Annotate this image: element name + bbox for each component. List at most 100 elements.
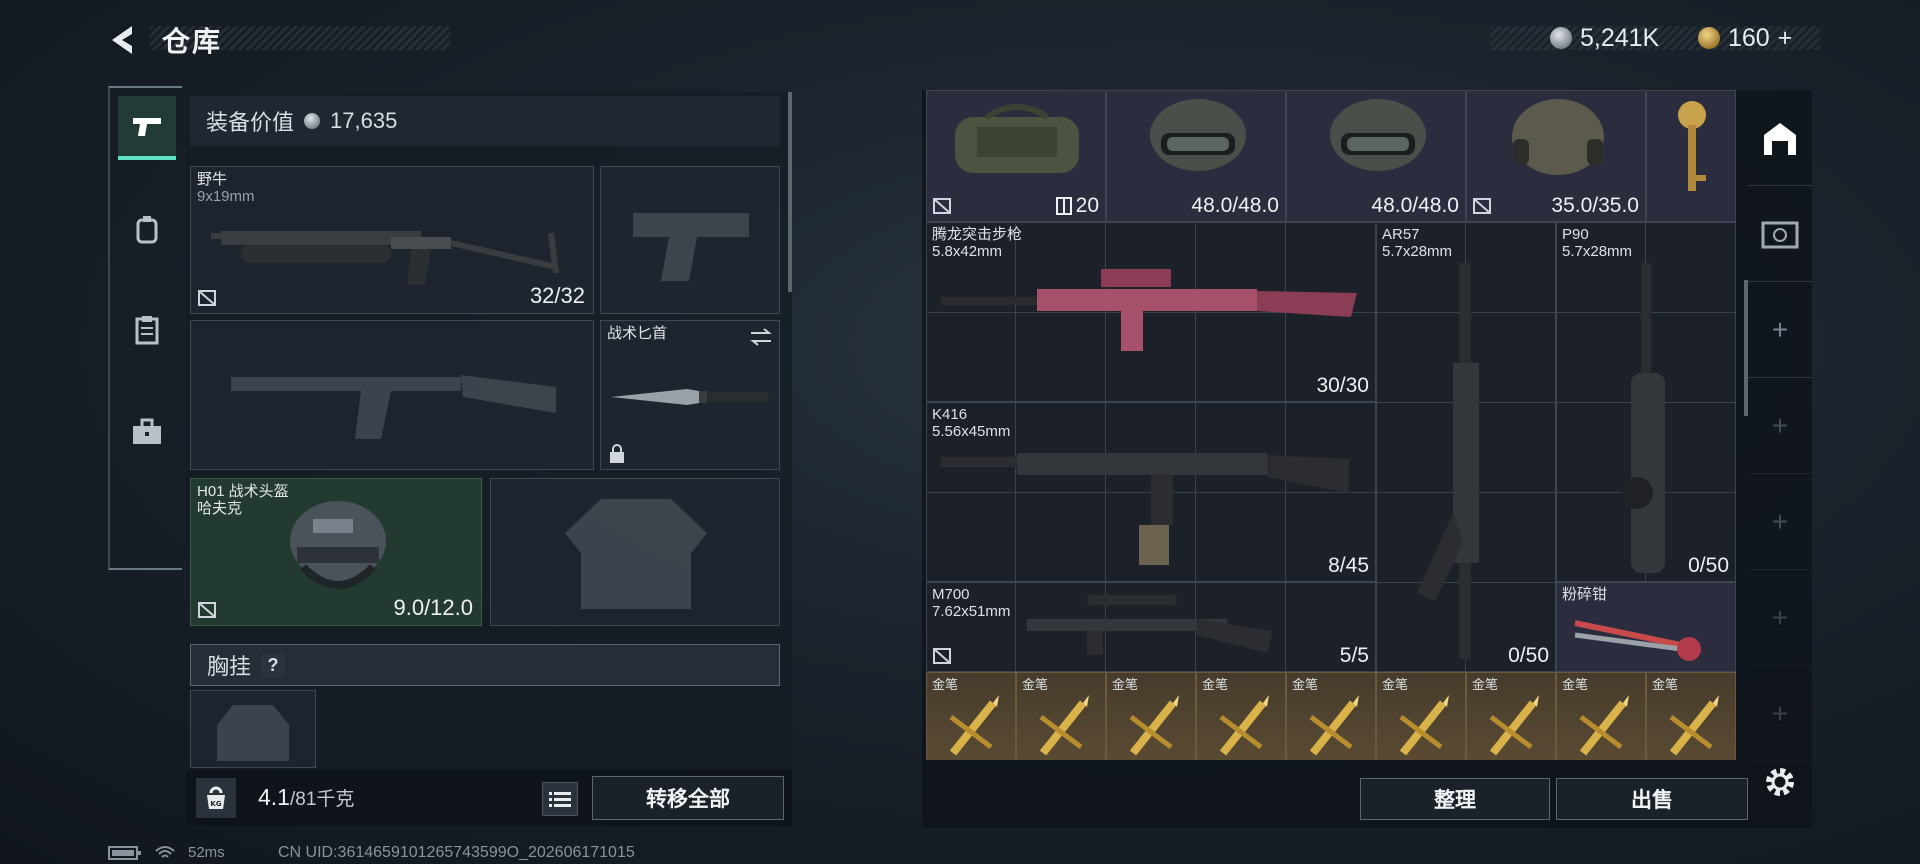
helmet-durability: 9.0/12.0: [393, 595, 473, 620]
primary-weapon-ammo: 32/32: [529, 283, 585, 308]
item-name: 金笔: [1112, 677, 1139, 692]
armor-slot[interactable]: [490, 478, 780, 626]
helmet-slot[interactable]: H01 战术头盔 哈夫克 9.0/12.0: [190, 478, 482, 626]
rifle-placeholder-icon: [231, 375, 556, 439]
no-insurance-icon: [198, 602, 216, 618]
secondary-weapon-slot[interactable]: [190, 320, 594, 470]
tab-add-storage-3[interactable]: +: [1748, 474, 1812, 570]
primary-weapon-label: 野牛 9x19mm: [197, 171, 255, 205]
storage-item-gold-pen[interactable]: 金笔: [1286, 672, 1376, 760]
help-icon[interactable]: ?: [261, 653, 286, 677]
storage-weapon-k416[interactable]: K416 5.56x45mm 8/45: [926, 402, 1376, 582]
kg-badge-text: KG: [210, 800, 221, 808]
tab-loadout[interactable]: [118, 198, 176, 262]
transfer-all-button[interactable]: 转移全部: [592, 776, 784, 820]
swap-icon[interactable]: [749, 327, 773, 347]
weapon-name: P90: [1562, 226, 1589, 243]
weapon-ammo: 8/45: [1328, 554, 1369, 577]
storage-item-helmet-2[interactable]: 48.0/48.0: [1286, 90, 1466, 222]
storage-item-helmet-1[interactable]: 48.0/48.0: [1106, 90, 1286, 222]
vest-placeholder-icon: [217, 705, 289, 761]
tab-storage-main[interactable]: [1748, 90, 1812, 186]
storage-item-gold-pen[interactable]: 金笔: [1196, 672, 1286, 760]
ping-value: 52ms: [188, 844, 225, 861]
helmet-name: H01 战术头盔: [197, 483, 289, 500]
helmet-3-durability: 35.0/35.0: [1551, 194, 1639, 217]
lock-icon: [610, 444, 624, 463]
tab-add-storage-1[interactable]: +: [1748, 282, 1812, 378]
pliers-image: [1574, 620, 1701, 661]
tab-storage-safe[interactable]: [1748, 186, 1812, 282]
storage-item-key[interactable]: [1646, 90, 1736, 222]
gold-pen-image: [1039, 695, 1089, 756]
weapon-caliber: 5.7x28mm: [1562, 243, 1633, 260]
storage-item-bag[interactable]: 20: [926, 90, 1106, 222]
storage-item-gold-pen[interactable]: 金笔: [1646, 672, 1736, 760]
pistol-slot[interactable]: [600, 166, 780, 314]
tab-weapons[interactable]: [118, 96, 176, 160]
storage-item-gold-pen[interactable]: 金笔: [1106, 672, 1196, 760]
storage-weapon-ar57[interactable]: AR57 5.7x28mm 0/50: [1376, 222, 1556, 672]
equipment-value-label: 装备价值: [206, 110, 295, 135]
equipment-scrollbar[interactable]: [788, 92, 792, 292]
silver-currency[interactable]: 5,241K: [1550, 24, 1659, 52]
tab-toolbox[interactable]: [118, 400, 176, 464]
no-insurance-icon: [933, 648, 951, 664]
weight-max: /81千克: [289, 789, 355, 810]
weapon-ammo: 30/30: [1316, 374, 1369, 397]
equipment-value-bar: 装备价值 17,635: [190, 96, 780, 146]
silver-coin-icon: [304, 113, 321, 129]
safe-icon: [1761, 221, 1799, 248]
chest-rig-slot[interactable]: [190, 690, 316, 768]
chest-rig-header: 胸挂 ?: [190, 644, 780, 686]
backpack-icon: [136, 216, 158, 244]
storage-item-helmet-3[interactable]: 35.0/35.0: [1466, 90, 1646, 222]
p90-image: [1621, 263, 1665, 573]
weight-readout: 4.1/81千克: [258, 784, 354, 811]
page-title: 仓库: [162, 26, 223, 57]
gold-pen-image: [949, 695, 999, 756]
knife-slot[interactable]: 战术匕首: [600, 320, 780, 470]
storage-weapon-m700[interactable]: M700 7.62x51mm 5/5: [926, 582, 1376, 672]
gold-pen-image: [1669, 695, 1719, 756]
weapon-label: AR57 5.7x28mm: [1382, 226, 1452, 260]
storage-item-gold-pen[interactable]: 金笔: [926, 672, 1016, 760]
storage-item-gold-pen[interactable]: 金笔: [1556, 672, 1646, 760]
sell-button[interactable]: 出售: [1556, 778, 1748, 820]
knife-name: 战术匕首: [607, 325, 668, 342]
plus-icon: +: [1771, 697, 1789, 729]
gold-add-icon[interactable]: +: [1778, 24, 1793, 53]
sort-button[interactable]: 整理: [1360, 778, 1550, 820]
list-view-button[interactable]: [542, 782, 578, 816]
no-insurance-icon: [1473, 198, 1491, 214]
storage-weapon-p90[interactable]: P90 5.7x28mm 0/50: [1556, 222, 1736, 582]
silver-coin-icon: [1550, 27, 1572, 49]
gold-pen-image: [1219, 695, 1269, 756]
storage-item-gold-pen[interactable]: 金笔: [1016, 672, 1106, 760]
storage-item-crusher-pliers[interactable]: 粉碎钳: [1556, 582, 1736, 672]
back-button[interactable]: [104, 22, 144, 58]
storage-grid: 20 48.0/48.0 48.0/48.0 35.0/35.0 腾龙突击步枪 …: [926, 90, 1736, 760]
tab-add-storage-5[interactable]: +: [1748, 666, 1812, 762]
storage-item-gold-pen[interactable]: 金笔: [1466, 672, 1556, 760]
tab-add-storage-4[interactable]: +: [1748, 570, 1812, 666]
weight-kg-icon: KG: [196, 778, 236, 818]
armor-placeholder-icon: [565, 499, 707, 609]
tab-add-storage-2[interactable]: +: [1748, 378, 1812, 474]
night-helmet-image: [1330, 99, 1426, 171]
user-uid: CN UID:3614659101265743599O_202606171015: [278, 844, 635, 861]
pink-rifle-image: [941, 269, 1357, 351]
night-helmet-image: [1150, 99, 1246, 171]
bag-capacity-value: 20: [1075, 194, 1099, 217]
tab-supplies[interactable]: [118, 298, 176, 362]
plus-icon: +: [1771, 409, 1789, 441]
storage-weapon-tenglong[interactable]: 腾龙突击步枪 5.8x42mm 30/30: [926, 222, 1376, 402]
key-image: [1678, 101, 1706, 191]
gold-currency[interactable]: 160 +: [1698, 24, 1792, 52]
gold-pen-image: [1399, 695, 1449, 756]
item-name: 金笔: [1202, 677, 1229, 692]
primary-weapon-slot[interactable]: 野牛 9x19mm 32/32: [190, 166, 594, 314]
combat-helmet-image: [1512, 99, 1604, 175]
storage-item-gold-pen[interactable]: 金笔: [1376, 672, 1466, 760]
settings-button[interactable]: [1760, 762, 1800, 802]
